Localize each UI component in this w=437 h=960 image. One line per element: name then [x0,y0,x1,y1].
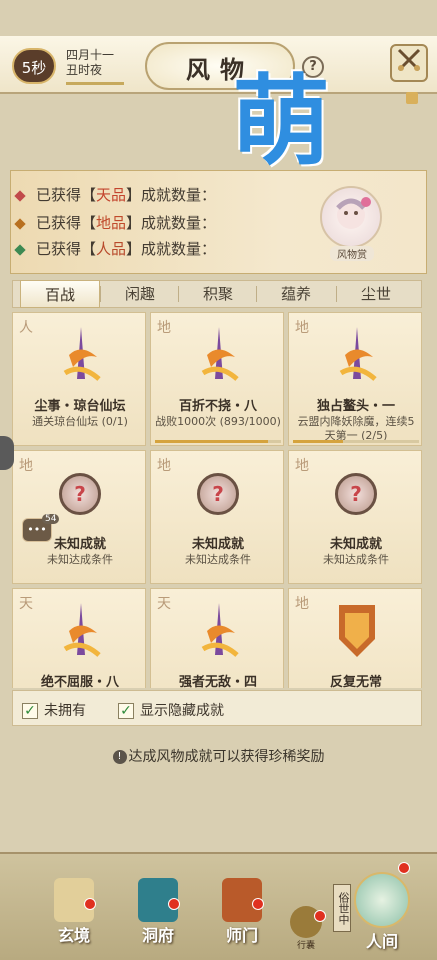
diamond-icon [14,190,26,202]
grade-mark: 地 [295,320,309,336]
achievement-name: 强者无敌・四 [178,675,257,688]
achievement-name: 尘事・琼台仙坛 [34,399,126,414]
close-button[interactable] [390,44,428,82]
lunar-date-line1: 四月十一 [66,48,115,62]
timer-badge: 5秒 [12,48,56,84]
achievement-card[interactable]: 地 独占鳌头・一 云盟内降妖除魔，连续5天第一 (2/5) [288,312,422,446]
reward-note-text: 达成风物成就可以获得珍稀奖励 [128,749,325,765]
achievement-progress [293,440,419,443]
nav-dongfu[interactable]: 洞府 [130,878,186,948]
achievement-card-unknown[interactable]: 地 ? 未知成就 未知达成条件 [12,450,146,584]
achievement-desc: 未知达成条件 [47,553,113,566]
notification-dot [84,898,96,910]
reward-badge-label: 风物赏 [330,246,374,261]
filter-not-owned[interactable]: ✓ 未拥有 [22,700,86,720]
achievement-desc: 云盟内降妖除魔，连续5天第一 (2/5) [297,415,415,442]
achievement-desc: 通关琼台仙坛 (0/1) [32,415,128,428]
grade-mark: 天 [19,596,33,612]
lunar-date-line2: 丑时夜 [66,63,103,77]
achievement-name: 未知成就 [191,537,244,552]
grade-ren: 人品 [96,240,127,258]
notification-dot [168,898,180,910]
checkbox-checked-icon[interactable]: ✓ [22,703,38,719]
warrior-icon [201,327,239,381]
achievement-card[interactable]: 人 尘事・琼台仙坛 通关琼台仙坛 (0/1) [12,312,146,446]
nav-shimen[interactable]: 师门 [214,878,270,948]
tag-icon [406,92,418,104]
vertical-sign[interactable]: 俗世中 [333,884,351,932]
diamond-icon [14,218,26,230]
summary-row-ren: 已获得【人品】成就数量： [14,238,216,259]
achievement-progress-fill [293,440,344,443]
achievement-card[interactable]: 地 百折不挠・八 战败1000次 (893/1000) [150,312,284,446]
summary-row-tian: 已获得【天品】成就数量： [14,184,216,205]
grade-di: 地品 [96,214,127,232]
diamond-icon [14,244,26,256]
achievement-desc: 未知达成条件 [185,553,251,566]
notification-dot [398,862,410,874]
tab-chenshi[interactable]: 尘世 [336,280,416,308]
time-progress-bar [66,82,124,85]
world-icon [354,872,410,928]
banner-shield-icon [339,605,375,657]
warrior-icon [63,327,101,381]
achievement-card-unknown[interactable]: 地 ? 未知成就 未知达成条件 [288,450,422,584]
watermark-text: 萌 [232,65,331,179]
reward-badge[interactable] [320,186,382,248]
chat-count-badge: 54 [42,514,60,524]
filter-label: 未拥有 [44,703,86,719]
nav-label: 洞府 [141,926,174,945]
grade-tian: 天品 [96,186,127,204]
grade-mark: 地 [157,458,171,474]
filter-label: 显示隐藏成就 [140,703,224,719]
crossed-swords-icon [397,48,421,72]
nav-renjian[interactable]: 人间 [350,872,414,951]
tab-jiju[interactable]: 积聚 [178,280,258,308]
question-mark-icon: ? [197,473,239,515]
grade-mark: 天 [157,596,171,612]
notification-dot [252,898,264,910]
lunar-date: 四月十一 丑时夜 [66,48,114,78]
achievement-progress-fill [155,440,268,443]
summary-row-di: 已获得【地品】成就数量： [14,212,216,233]
girl-avatar-icon [336,197,371,229]
nav-label: 师门 [225,926,258,945]
tab-xianqu[interactable]: 闲趣 [100,280,180,308]
question-mark-icon: ? [59,473,101,515]
tab-yunyang[interactable]: 蕴养 [256,280,336,308]
achievement-name: 独占鳌头・一 [316,399,395,414]
achievement-desc: 战败1000次 (893/1000) [155,415,281,428]
achievement-name: 绝不屈服・八 [40,675,119,688]
achievement-desc: 未知达成条件 [323,553,389,566]
grade-mark: 地 [157,320,171,336]
achievement-card[interactable]: 天 绝不屈服・八 [12,588,146,688]
warrior-icon [63,603,101,657]
warrior-icon [201,603,239,657]
checkbox-checked-icon[interactable]: ✓ [118,703,134,719]
achievement-name: 百折不挠・八 [178,399,257,414]
grade-mark: 地 [295,458,309,474]
achievement-card-unknown[interactable]: 地 ? 未知成就 未知达成条件 [150,450,284,584]
achievement-card[interactable]: 天 强者无敌・四 [150,588,284,688]
achievement-name: 未知成就 [329,537,382,552]
reward-note: ! 达成风物成就可以获得珍稀奖励 [0,746,437,766]
achievement-card[interactable]: 地 反复无常 [288,588,422,688]
nav-label: 行囊 [296,941,315,951]
side-drawer-handle[interactable] [0,436,14,470]
notification-dot [314,910,326,922]
achievement-name: 反复无常 [329,675,382,688]
warrior-icon [339,327,377,381]
info-icon: ! [112,750,127,764]
nav-label: 玄境 [57,926,90,945]
question-mark-icon: ? [335,473,377,515]
achievement-progress [155,440,281,443]
nav-label: 人间 [365,932,398,951]
nav-xuanjing[interactable]: 玄境 [46,878,102,948]
tab-baizhan[interactable]: 百战 [20,280,100,308]
filter-show-hidden[interactable]: ✓ 显示隐藏成就 [118,700,224,720]
achievement-grid: 人 尘事・琼台仙坛 通关琼台仙坛 (0/1) 地 百折不挠・八 战败1000次 … [12,312,422,688]
grade-mark: 地 [19,458,33,474]
grade-mark: 人 [19,320,33,336]
grade-mark: 地 [295,596,309,612]
